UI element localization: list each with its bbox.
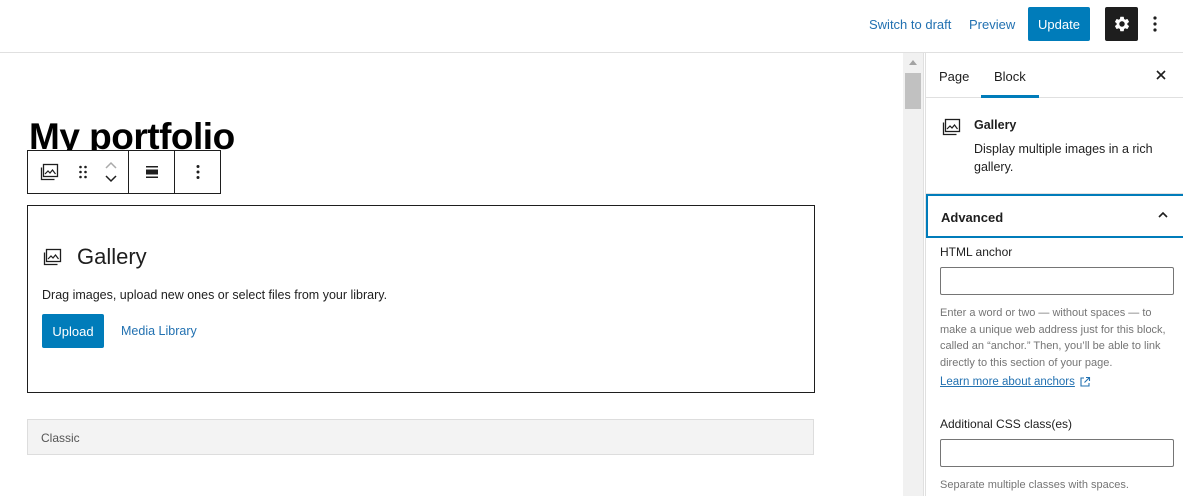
learn-more-anchors-text: Learn more about anchors [940, 376, 1075, 388]
move-down-icon[interactable] [104, 174, 118, 184]
html-anchor-label: HTML anchor [940, 245, 1013, 259]
kebab-menu-icon [1153, 16, 1157, 32]
css-class-input[interactable] [940, 439, 1174, 467]
block-card: Gallery Display multiple images in a ric… [926, 99, 1183, 194]
gear-icon [1114, 16, 1129, 32]
gallery-icon [43, 248, 62, 266]
editor-canvas: My portfolio Gallery Drag images, upload… [0, 53, 903, 496]
tab-block[interactable]: Block [994, 69, 1026, 84]
gallery-instructions: Drag images, upload new ones or select f… [42, 288, 388, 302]
html-anchor-help: Enter a word or two — without spaces — t… [940, 307, 1166, 369]
settings-sidebar: Page Block Gallery Display multiple imag… [925, 53, 1183, 496]
update-button[interactable]: Update [1028, 7, 1090, 41]
upload-button[interactable]: Upload [42, 314, 104, 348]
scrollbar-thumb[interactable] [905, 73, 921, 109]
block-toolbar [27, 150, 221, 194]
classic-block-label: Classic [41, 431, 80, 445]
canvas-scrollbar[interactable] [903, 53, 924, 496]
external-link-icon [1080, 376, 1090, 387]
block-toolbar-group-main [28, 151, 129, 193]
move-buttons [94, 151, 128, 193]
editor-header: Switch to draft Preview Update [0, 0, 1183, 53]
align-icon [145, 166, 158, 178]
gallery-block-placeholder[interactable]: Gallery Drag images, upload new ones or … [27, 205, 815, 393]
move-up-icon[interactable] [104, 160, 118, 170]
drag-handle-icon [79, 165, 87, 179]
active-tab-indicator [981, 95, 1039, 98]
advanced-panel-toggle[interactable]: Advanced [926, 194, 1183, 238]
switch-to-draft-button[interactable]: Switch to draft [869, 17, 951, 32]
more-menu-button[interactable] [1145, 9, 1165, 39]
gallery-placeholder-header: Gallery [43, 244, 147, 270]
scroll-up-arrow-icon[interactable] [909, 60, 917, 65]
block-type-button[interactable] [28, 151, 72, 193]
more-options-icon [196, 165, 199, 179]
preview-button[interactable]: Preview [969, 17, 1015, 32]
chevron-up-icon [1158, 211, 1168, 218]
css-class-help: Separate multiple classes with spaces. [940, 479, 1129, 491]
block-toolbar-group-more [175, 151, 220, 193]
media-library-button[interactable]: Media Library [121, 324, 197, 338]
gallery-icon [40, 163, 59, 181]
gallery-icon [942, 118, 961, 136]
learn-more-anchors-link[interactable]: Learn more about anchors [940, 376, 1091, 388]
gallery-placeholder-title: Gallery [77, 244, 147, 269]
block-toolbar-group-align [129, 151, 175, 193]
align-button[interactable] [129, 151, 174, 193]
tab-page[interactable]: Page [939, 69, 969, 84]
drag-handle[interactable] [72, 151, 94, 193]
block-options-button[interactable] [175, 151, 220, 193]
advanced-panel-title: Advanced [941, 210, 1004, 225]
close-icon [1156, 70, 1166, 80]
css-class-label: Additional CSS class(es) [940, 417, 1073, 431]
classic-block[interactable]: Classic [27, 419, 814, 455]
block-card-title: Gallery [974, 118, 1017, 132]
settings-button[interactable] [1105, 7, 1138, 41]
block-card-description: Display multiple images in a rich galler… [974, 142, 1153, 174]
html-anchor-input[interactable] [940, 267, 1174, 295]
close-sidebar-button[interactable] [1153, 65, 1169, 85]
sidebar-tabs: Page Block [926, 53, 1183, 98]
